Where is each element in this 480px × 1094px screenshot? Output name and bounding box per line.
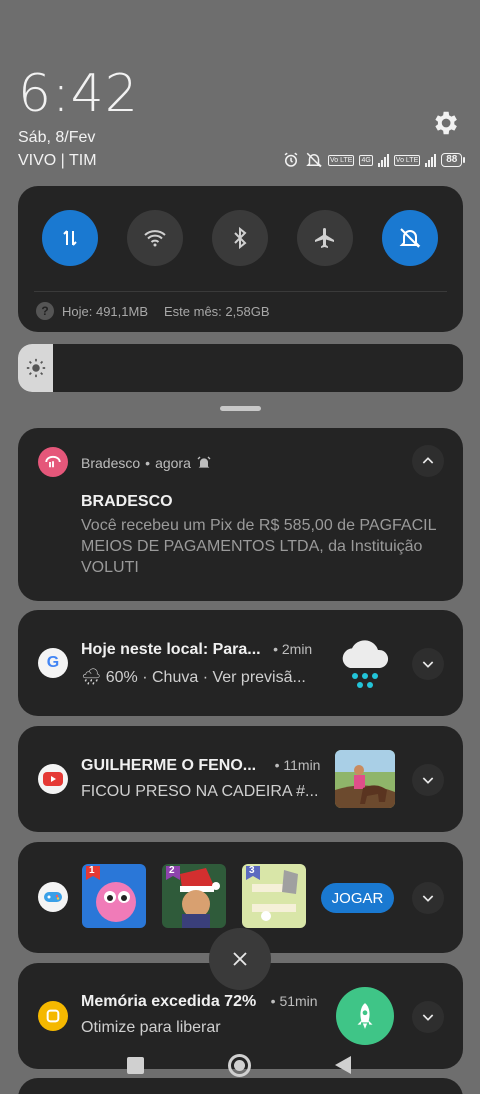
bradesco-time: agora xyxy=(155,455,191,471)
google-title: Hoje neste local: Para... xyxy=(81,641,261,658)
bradesco-meta: Bradesco • agora xyxy=(81,455,212,471)
chevron-down-icon xyxy=(422,661,434,668)
settings-gear-icon[interactable] xyxy=(430,108,460,138)
game-badge-2: 2 xyxy=(169,865,175,876)
youtube-time: • 11min xyxy=(274,757,321,773)
bradesco-body: Você recebeu um Pix de R$ 585,00 de PAGF… xyxy=(81,517,436,576)
google-line: 🌧 60% · Chuva · Ver previsã... xyxy=(81,669,306,686)
rain-cloud-icon xyxy=(338,632,392,692)
battery-icon: 88 xyxy=(441,153,466,167)
brightness-slider[interactable] xyxy=(18,344,463,392)
back-button-icon[interactable] xyxy=(334,1055,352,1080)
youtube-app-icon xyxy=(38,764,68,794)
status-icons-row: Vo LTE 4G Vo LTE 88 xyxy=(282,150,466,170)
memory-title: Memória excedida 72% xyxy=(81,993,257,1010)
navigation-bar xyxy=(0,1050,480,1080)
chevron-up-icon xyxy=(422,457,434,464)
youtube-line: FICOU PRESO NA CADEIRA #... xyxy=(81,783,319,800)
google-title-row: Hoje neste local: Para... • 2min xyxy=(81,641,312,659)
close-icon xyxy=(233,952,247,966)
network-4g-tag: 4G xyxy=(359,154,373,166)
alarm-bell-icon xyxy=(197,456,211,468)
usage-today: Hoje: 491,1MB xyxy=(62,303,148,319)
bradesco-app-icon xyxy=(38,447,68,477)
carrier-label: VIVO | TIM xyxy=(18,152,97,169)
google-app-icon: G xyxy=(38,648,68,678)
alarm-icon xyxy=(282,151,300,169)
notification-youtube[interactable]: GUILHERME O FENO... • 11min FICOU PRESO … xyxy=(18,726,463,832)
signal-2-icon xyxy=(425,153,437,167)
notification-bradesco[interactable]: Bradesco • agora BRADESCO Você recebeu u… xyxy=(18,428,463,601)
volte-tag-2: Vo LTE xyxy=(393,154,421,166)
bluetooth-icon xyxy=(234,226,247,250)
help-icon: ? xyxy=(36,302,54,320)
expand-button-games[interactable] xyxy=(412,882,444,914)
game-thumbnail-1[interactable]: 1 xyxy=(82,864,146,928)
mobile-data-icon xyxy=(63,230,77,246)
recents-button-icon[interactable] xyxy=(127,1057,144,1074)
google-time: • 2min xyxy=(273,641,313,657)
date-label: Sáb, 8/Fev xyxy=(18,129,96,146)
play-button[interactable]: JOGAR xyxy=(321,883,394,913)
qs-divider xyxy=(34,291,447,292)
silent-bell-icon xyxy=(305,151,323,169)
game-center-app-icon xyxy=(38,882,68,912)
data-usage-row[interactable]: ? Hoje: 491,1MB Este mês: 2,58GB xyxy=(36,302,270,320)
game-thumbnail-2[interactable]: 2 xyxy=(162,864,226,928)
memory-title-row: Memória excedida 72% • 51min xyxy=(81,993,318,1011)
game-badge-1: 1 xyxy=(89,865,95,876)
video-thumbnail xyxy=(335,750,395,808)
security-app-icon xyxy=(38,1001,68,1031)
usage-month: Este mês: 2,58GB xyxy=(164,303,270,319)
signal-1-icon xyxy=(377,153,389,167)
bradesco-app-name: Bradesco xyxy=(81,455,141,471)
brightness-sun-icon xyxy=(26,358,45,378)
chevron-down-icon xyxy=(422,1014,434,1021)
airplane-toggle[interactable] xyxy=(297,210,353,266)
notification-partial xyxy=(18,1078,463,1094)
wifi-toggle[interactable] xyxy=(127,210,183,266)
airplane-icon xyxy=(315,228,334,248)
home-button-icon[interactable] xyxy=(228,1054,251,1077)
battery-level: 88 xyxy=(441,153,463,167)
notification-google-weather[interactable]: G Hoje neste local: Para... • 2min 🌧 60%… xyxy=(18,610,463,716)
game-badge-3: 3 xyxy=(249,865,255,876)
volte-tag-1: Vo LTE xyxy=(328,154,355,166)
silent-toggle[interactable] xyxy=(382,210,438,266)
bradesco-title: BRADESCO xyxy=(81,493,173,510)
youtube-title: GUILHERME O FENO... xyxy=(81,757,257,774)
expand-button-youtube[interactable] xyxy=(412,764,444,796)
mobile-data-toggle[interactable] xyxy=(42,210,98,266)
youtube-title-row: GUILHERME O FENO... • 11min xyxy=(81,757,320,775)
clock-time: 6:42 xyxy=(18,64,139,124)
silent-bell-icon xyxy=(399,228,421,248)
expand-button-google[interactable] xyxy=(412,648,444,680)
collapse-button[interactable] xyxy=(412,445,444,477)
drag-handle[interactable] xyxy=(220,406,261,411)
chevron-down-icon xyxy=(422,895,434,902)
brightness-fill xyxy=(18,344,53,392)
game-thumbnail-3[interactable]: 3 xyxy=(242,864,306,928)
wifi-icon xyxy=(144,230,166,247)
chevron-down-icon xyxy=(422,777,434,784)
quick-settings-panel: ? Hoje: 491,1MB Este mês: 2,58GB xyxy=(18,186,463,332)
memory-line: Otimize para liberar xyxy=(81,1019,221,1036)
rocket-boost-icon[interactable] xyxy=(336,987,394,1045)
bluetooth-toggle[interactable] xyxy=(212,210,268,266)
expand-button-memory[interactable] xyxy=(412,1001,444,1033)
clear-all-button[interactable] xyxy=(209,928,271,990)
memory-time: • 51min xyxy=(270,993,318,1009)
